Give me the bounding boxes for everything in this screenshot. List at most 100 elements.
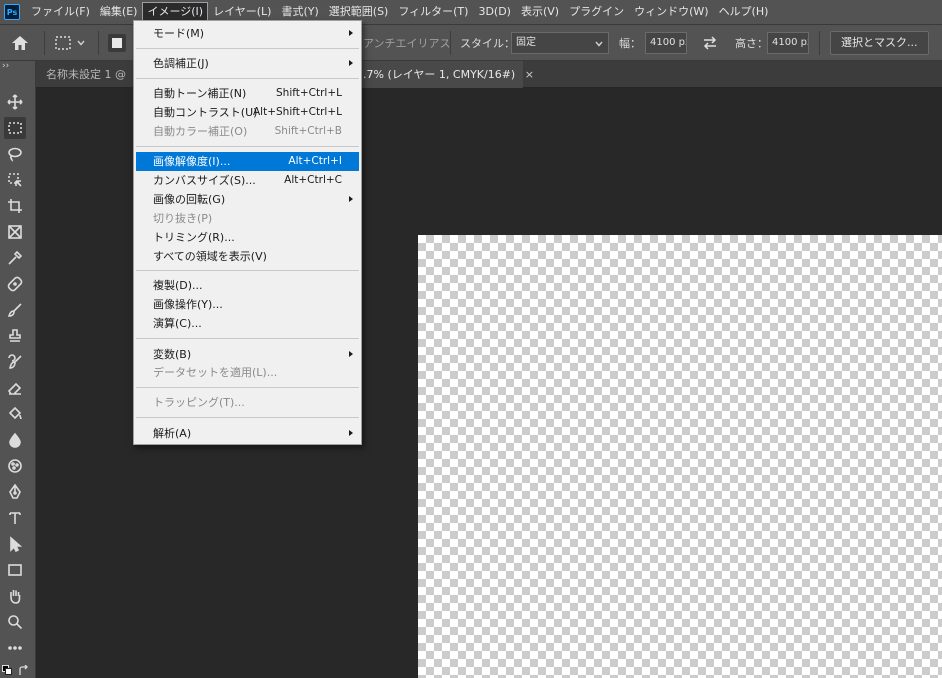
default-colors-icon[interactable] <box>2 665 12 675</box>
menu-item-shortcut: Shift+Ctrl+B <box>274 125 342 137</box>
close-tab-icon[interactable]: × <box>525 68 534 81</box>
home-button[interactable] <box>10 25 30 60</box>
eraser-tool-icon[interactable] <box>4 377 26 399</box>
menu-item-trim[interactable]: トリミング(R)... <box>136 228 359 247</box>
menu-item-label: すべての領域を表示(V) <box>153 250 267 263</box>
blur-tool-icon[interactable] <box>4 429 26 451</box>
tab-active-document[interactable]: .7% (レイヤー 1, CMYK/16#) × <box>353 61 534 88</box>
divider <box>98 31 99 55</box>
type-tool-icon[interactable] <box>4 507 26 529</box>
menu-item-auto-contrast[interactable]: 自動コントラスト(U) Alt+Shift+Ctrl+L <box>136 103 359 122</box>
submenu-arrow-icon <box>349 196 353 202</box>
swap-icon <box>703 35 717 50</box>
swap-colors-icon[interactable] <box>17 664 29 678</box>
paint-bucket-tool-icon[interactable] <box>4 403 26 425</box>
style-select-value: 固定 <box>516 36 536 48</box>
menu-item-auto-tone[interactable]: 自動トーン補正(N) Shift+Ctrl+L <box>136 84 359 103</box>
rectangle-tool-icon[interactable] <box>4 559 26 581</box>
menu-3d[interactable]: 3D(D) <box>473 2 516 22</box>
menu-item-label: モード(M) <box>153 27 205 40</box>
history-brush-tool-icon[interactable] <box>4 351 26 373</box>
frame-tool-icon[interactable] <box>4 221 26 243</box>
menu-item-adjustments[interactable]: 色調補正(J) <box>136 54 359 73</box>
menu-item-shortcut: Shift+Ctrl+L <box>276 87 342 99</box>
tab-untitled-1[interactable]: 名称未設定 1 @ <box>36 61 136 88</box>
zoom-tool-icon[interactable] <box>4 611 26 633</box>
move-tool-icon[interactable] <box>4 91 26 113</box>
style-select[interactable]: 固定 <box>511 31 609 54</box>
path-select-tool-icon[interactable] <box>4 533 26 555</box>
menu-separator <box>136 48 359 49</box>
stamp-tool-icon[interactable] <box>4 325 26 347</box>
menu-item-apply-image[interactable]: 画像操作(Y)... <box>136 295 359 314</box>
menu-separator <box>136 78 359 79</box>
divider <box>44 31 45 55</box>
swap-dimensions-button[interactable] <box>701 25 719 60</box>
menu-separator <box>136 146 359 147</box>
brush-tool-icon[interactable] <box>4 299 26 321</box>
object-select-tool-icon[interactable] <box>4 169 26 191</box>
menu-item-mode[interactable]: モード(M) <box>136 24 359 43</box>
menu-item-image-size[interactable]: 画像解像度(I)... Alt+Ctrl+I <box>136 152 359 171</box>
submenu-arrow-icon <box>349 430 353 436</box>
menu-item-shortcut: Alt+Ctrl+I <box>288 155 342 167</box>
menu-separator <box>136 270 359 271</box>
pen-tool-icon[interactable] <box>4 481 26 503</box>
menu-item-analysis[interactable]: 解析(A) <box>136 424 359 443</box>
menu-help[interactable]: ヘルプ(H) <box>714 2 774 22</box>
menu-type[interactable]: 書式(Y) <box>276 2 323 22</box>
hand-tool-icon[interactable] <box>4 585 26 607</box>
menu-layer[interactable]: レイヤー(L) <box>208 2 276 22</box>
healing-brush-tool-icon[interactable] <box>4 273 26 295</box>
menu-window[interactable]: ウィンドウ(W) <box>629 2 713 22</box>
crop-tool-icon[interactable] <box>4 195 26 217</box>
menu-filter[interactable]: フィルター(T) <box>393 2 473 22</box>
menu-item-label: 色調補正(J) <box>153 57 209 70</box>
marquee-tool-icon[interactable] <box>4 117 26 139</box>
sponge-tool-icon[interactable] <box>4 455 26 477</box>
menu-item-duplicate[interactable]: 複製(D)... <box>136 276 359 295</box>
menu-file[interactable]: ファイル(F) <box>26 2 95 22</box>
menu-item-label: トリミング(R)... <box>153 231 235 244</box>
menu-item-label: 自動トーン補正(N) <box>153 87 247 100</box>
menu-item-label: 自動コントラスト(U) <box>153 106 258 119</box>
menu-item-label: 画像の回転(G) <box>153 193 226 206</box>
menu-item-label: 変数(B) <box>153 348 192 361</box>
tool-preset-picker[interactable] <box>54 25 86 60</box>
menu-item-reveal-all[interactable]: すべての領域を表示(V) <box>136 247 359 266</box>
width-input[interactable]: 4100 px <box>645 31 687 54</box>
height-label: 高さ： <box>735 36 768 50</box>
menu-item-image-rotation[interactable]: 画像の回転(G) <box>136 190 359 209</box>
photoshop-logo[interactable]: Ps <box>4 4 20 20</box>
menu-item-canvas-size[interactable]: カンバスサイズ(S)... Alt+Ctrl+C <box>136 171 359 190</box>
photoshop-window: Ps ファイル(F) 編集(E) イメージ(I) レイヤー(L) 書式(Y) 選… <box>0 0 942 678</box>
menu-view[interactable]: 表示(V) <box>516 2 564 22</box>
menu-separator <box>136 387 359 388</box>
menu-item-label: 画像解像度(I)... <box>153 155 231 168</box>
menu-separator <box>136 417 359 418</box>
menu-item-label: 画像操作(Y)... <box>153 298 223 311</box>
select-and-mask-button[interactable]: 選択とマスク... <box>830 30 929 55</box>
collapse-panel-icon[interactable]: ›› <box>2 61 9 71</box>
divider <box>819 31 820 55</box>
menu-select[interactable]: 選択範囲(S) <box>324 2 394 22</box>
menu-item-apply-data-set: データセットを適用(L)... <box>136 363 359 382</box>
menu-plugins[interactable]: プラグイン <box>564 2 629 22</box>
menu-item-label: 切り抜き(P) <box>153 212 213 225</box>
menu-item-label: カンバスサイズ(S)... <box>153 174 256 187</box>
submenu-arrow-icon <box>349 30 353 36</box>
document-canvas-transparent[interactable] <box>418 235 942 678</box>
new-selection-button[interactable] <box>108 25 126 60</box>
eyedropper-tool-icon[interactable] <box>4 247 26 269</box>
menu-item-label: データセットを適用(L)... <box>153 366 278 379</box>
height-input[interactable]: 4100 px <box>767 31 809 54</box>
menu-image[interactable]: イメージ(I) <box>142 2 209 22</box>
menu-edit[interactable]: 編集(E) <box>95 2 143 22</box>
menu-item-variables[interactable]: 変数(B) <box>136 345 359 364</box>
divider <box>450 31 451 55</box>
new-selection-icon <box>108 33 126 52</box>
more-tools-icon[interactable] <box>4 637 26 659</box>
lasso-tool-icon[interactable] <box>4 143 26 165</box>
menu-item-calculations[interactable]: 演算(C)... <box>136 314 359 333</box>
chevron-down-icon <box>595 41 603 47</box>
